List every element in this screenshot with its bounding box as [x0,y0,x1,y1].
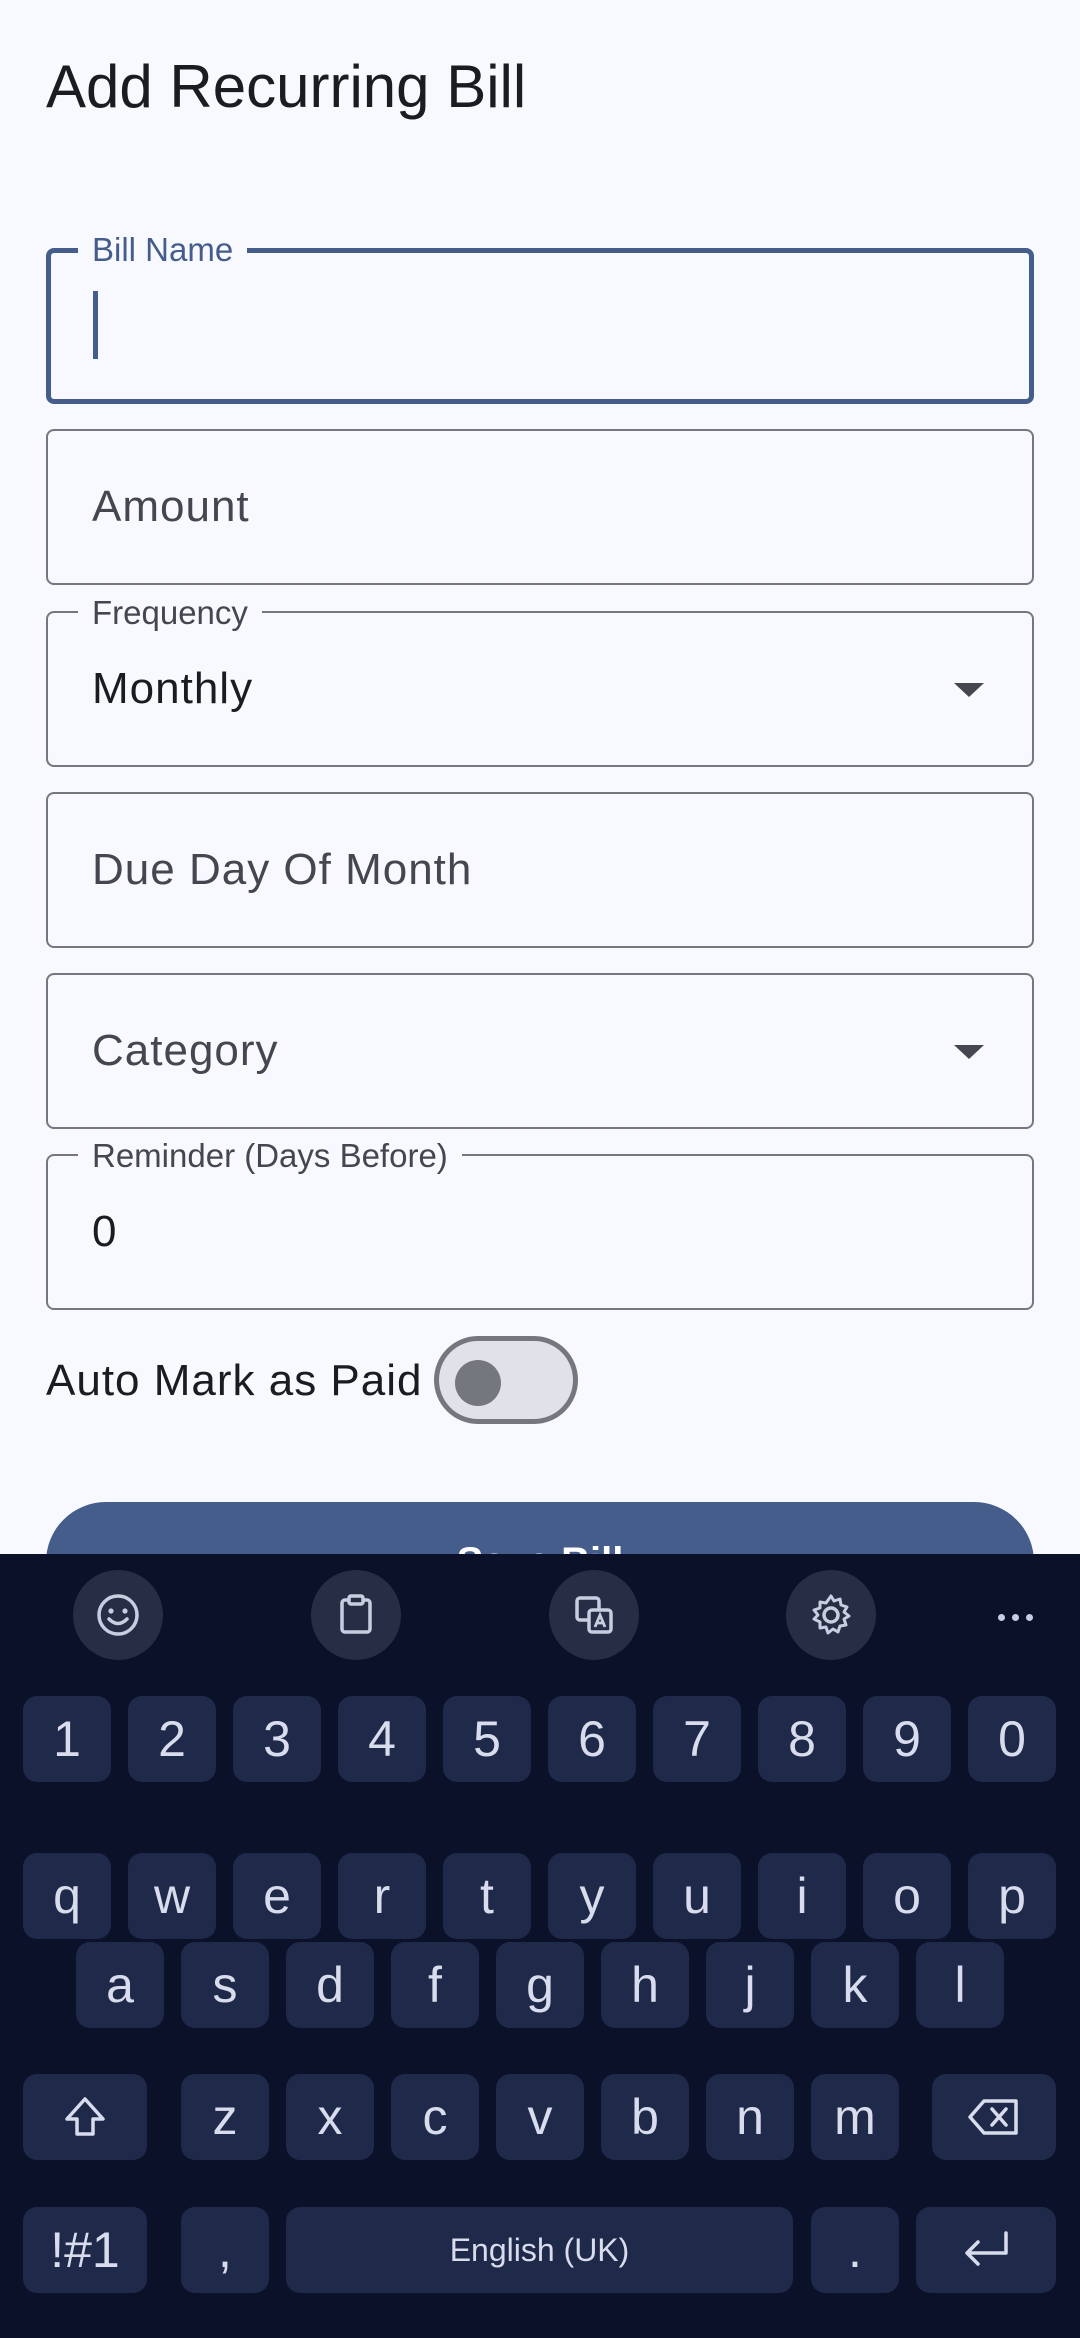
amount-field[interactable]: Amount [46,429,1034,585]
key-b[interactable]: b [601,2074,689,2160]
clipboard-icon[interactable] [311,1570,401,1660]
due-day-field[interactable]: Due Day Of Month [46,792,1034,948]
emoji-icon[interactable] [73,1570,163,1660]
key-0[interactable]: 0 [968,1696,1056,1782]
reminder-value: 0 [92,1207,118,1256]
dropdown-arrow-icon [954,1045,984,1059]
key-8[interactable]: 8 [758,1696,846,1782]
switch-thumb [455,1360,501,1406]
comma-key[interactable]: , [181,2207,269,2293]
key-e[interactable]: e [233,1853,321,1939]
more-icon[interactable] [980,1582,1050,1652]
key-v[interactable]: v [496,2074,584,2160]
dropdown-arrow-icon [954,683,984,697]
key-5[interactable]: 5 [443,1696,531,1782]
key-3[interactable]: 3 [233,1696,321,1782]
period-key[interactable]: . [811,2207,899,2293]
key-g[interactable]: g [496,1942,584,2028]
key-s[interactable]: s [181,1942,269,2028]
bill-name-field[interactable]: Bill Name [46,233,1034,404]
key-h[interactable]: h [601,1942,689,2028]
key-6[interactable]: 6 [548,1696,636,1782]
key-j[interactable]: j [706,1942,794,2028]
auto-mark-paid-switch[interactable] [434,1336,578,1424]
category-placeholder: Category [92,1026,279,1075]
keyboard: 1 2 3 4 5 6 7 8 9 0 q w e r t y u i o p a s d f g h j k l z x c v b n m !#1,… [0,1554,1080,2338]
key-c[interactable]: c [391,2074,479,2160]
key-n[interactable]: n [706,2074,794,2160]
key-4[interactable]: 4 [338,1696,426,1782]
key-x[interactable]: x [286,2074,374,2160]
category-select[interactable]: Category [46,973,1034,1129]
key-f[interactable]: f [391,1942,479,2028]
key-1[interactable]: 1 [23,1696,111,1782]
frequency-select[interactable]: Frequency Monthly [46,596,1034,767]
key-w[interactable]: w [128,1853,216,1939]
key-t[interactable]: t [443,1853,531,1939]
key-q[interactable]: q [23,1853,111,1939]
symbols-key[interactable]: !#1 [23,2207,147,2293]
key-m[interactable]: m [811,2074,899,2160]
backspace-icon [968,2099,1018,2135]
key-y[interactable]: y [548,1853,636,1939]
shift-icon [65,2097,105,2136]
text-cursor [93,291,98,359]
key-p[interactable]: p [968,1853,1056,1939]
space-key[interactable]: English (UK) [286,2207,793,2293]
page-title: Add Recurring Bill [46,53,527,120]
key-k[interactable]: k [811,1942,899,2028]
key-d[interactable]: d [286,1942,374,2028]
translate-icon[interactable] [549,1570,639,1660]
key-a[interactable]: a [76,1942,164,2028]
keyboard-toolbar [0,1554,1080,1674]
key-z[interactable]: z [181,2074,269,2160]
key-l[interactable]: l [916,1942,1004,2028]
key-o[interactable]: o [863,1853,951,1939]
key-i[interactable]: i [758,1853,846,1939]
key-2[interactable]: 2 [128,1696,216,1782]
settings-icon[interactable] [786,1570,876,1660]
auto-mark-paid-label: Auto Mark as Paid [46,1356,423,1405]
auto-mark-paid-row: Auto Mark as Paid [46,1332,646,1424]
frequency-value: Monthly [92,664,254,713]
reminder-label: Reminder (Days Before) [78,1139,462,1173]
bill-name-label: Bill Name [78,233,248,267]
shift-key[interactable] [23,2074,147,2160]
enter-icon [965,2231,1008,2266]
enter-key[interactable] [916,2207,1056,2293]
key-9[interactable]: 9 [863,1696,951,1782]
backspace-key[interactable] [932,2074,1056,2160]
frequency-label: Frequency [78,596,262,630]
key-r[interactable]: r [338,1853,426,1939]
amount-placeholder: Amount [92,482,250,531]
due-day-placeholder: Due Day Of Month [92,845,473,894]
key-u[interactable]: u [653,1853,741,1939]
reminder-field[interactable]: Reminder (Days Before) 0 [46,1139,1034,1310]
key-7[interactable]: 7 [653,1696,741,1782]
